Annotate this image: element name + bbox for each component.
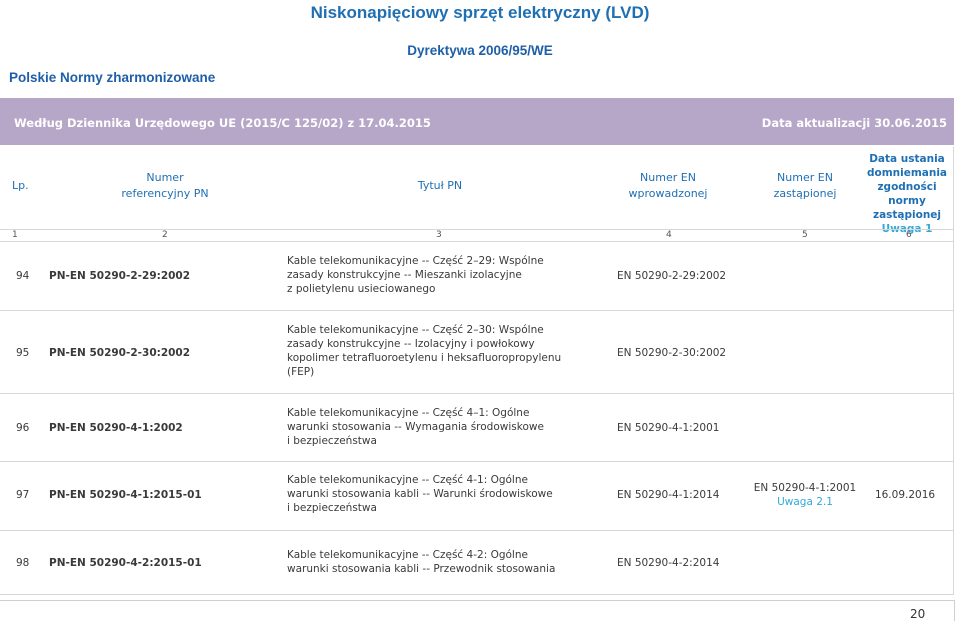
row-title-line: warunki stosowania kabli -- Warunki środ…	[287, 488, 553, 500]
header-en-line2: wprowadzonej	[628, 187, 708, 200]
header-date-line4: normy	[888, 195, 926, 207]
page-number: 20	[910, 607, 926, 621]
row-title-line: warunki stosowania -- Wymagania środowis…	[287, 421, 544, 433]
header-title: Tytuł PN	[417, 179, 463, 192]
row-title: Kable telekomunikacyjne -- Część 4-2: Og…	[287, 548, 587, 576]
column-number: 3	[436, 230, 442, 240]
update-date: Data aktualizacji 30.06.2015	[761, 116, 947, 130]
column-number: 4	[666, 230, 672, 240]
journal-reference: Według Dziennika Urzędowego UE (2015/C 1…	[14, 116, 431, 130]
header-lp: Lp.	[12, 179, 29, 192]
header-date-line3: zgodności	[877, 181, 937, 193]
row-en: EN 50290-2-29:2002	[617, 270, 727, 282]
header-date: Data ustania domniemania zgodności normy…	[862, 152, 952, 236]
row-title-line: Kable telekomunikacyjne -- Część 4-1: Og…	[287, 474, 528, 486]
row-code: PN-EN 50290-4-1:2015-01	[49, 489, 202, 501]
row-en: EN 50290-4-1:2001	[617, 422, 720, 434]
row-title-line: (FEP)	[287, 366, 315, 378]
row-en: EN 50290-2-30:2002	[617, 347, 727, 359]
row-title-line: kopolimer tetrafluoroetylenu i heksafluo…	[287, 352, 562, 364]
row-en: EN 50290-4-2:2014	[617, 557, 720, 569]
row-title-line: Kable telekomunikacyjne -- Część 4-2: Og…	[287, 549, 528, 561]
row-lp: 96	[16, 422, 30, 434]
column-number: 6	[906, 230, 912, 240]
row-lp: 98	[16, 557, 30, 569]
header-reference-line2: referencyjny PN	[121, 187, 209, 200]
header-date-line5: zastąpionej	[872, 209, 942, 221]
row-code: PN-EN 50290-4-2:2015-01	[49, 557, 202, 569]
row-separator	[0, 393, 954, 394]
row-title-line: z polietylenu usieciowanego	[287, 283, 436, 295]
row-separator	[0, 530, 954, 531]
column-number: 2	[162, 230, 168, 240]
header-date-line1: Data ustania	[869, 153, 945, 165]
row-title: Kable telekomunikacyjne -- Część 4–1: Og…	[287, 406, 587, 448]
row-lp: 94	[16, 270, 30, 282]
row-title-line: i bezpieczeństwa	[287, 502, 377, 514]
header-repl-line2: zastąpionej	[773, 187, 837, 200]
row-title-line: warunki stosowania kabli -- Przewodnik s…	[287, 563, 556, 575]
row-code: PN-EN 50290-2-29:2002	[49, 270, 191, 282]
row-title-line: Kable telekomunikacyjne -- Część 2–30: W…	[287, 324, 544, 336]
header-en-line1: Numer EN	[640, 171, 696, 184]
row-code: PN-EN 50290-2-30:2002	[49, 347, 191, 359]
row-title: Kable telekomunikacyjne -- Część 4-1: Og…	[287, 473, 587, 515]
row-separator	[0, 310, 954, 311]
header-reference: Numer referencyjny PN	[100, 170, 230, 202]
column-number-row: 1 2 3 4 5 6	[0, 229, 954, 242]
header-repl-line1: Numer EN	[777, 171, 833, 184]
header-reference-line1: Numer	[146, 171, 184, 184]
row-date: 16.09.2016	[874, 489, 936, 501]
header-en-replaced: Numer EN zastąpionej	[740, 170, 870, 202]
row-lp: 97	[16, 489, 30, 501]
subtitle: Polskie Normy zharmonizowane	[9, 70, 216, 85]
row-title-line: i bezpieczeństwa	[287, 435, 377, 447]
row-title: Kable telekomunikacyjne -- Część 2–29: W…	[287, 254, 587, 296]
row-title-line: zasady konstrukcyjne -- Izolacyjny i pow…	[287, 338, 535, 350]
row-title-line: Kable telekomunikacyjne -- Część 4–1: Og…	[287, 407, 530, 419]
row-title: Kable telekomunikacyjne -- Część 2–30: W…	[287, 323, 587, 379]
row-code: PN-EN 50290-4-1:2002	[49, 422, 183, 434]
row-lp: 95	[16, 347, 30, 359]
column-number: 1	[12, 230, 18, 240]
row-separator	[0, 461, 954, 462]
row-replaced: EN 50290-4-1:2001 Uwaga 2.1	[740, 481, 870, 509]
column-number: 5	[802, 230, 808, 240]
directive-label: Dyrektywa 2006/95/WE	[407, 43, 553, 58]
header-en-introduced: Numer EN wprowadzonej	[603, 170, 733, 202]
row-replaced-note: Uwaga 2.1	[777, 496, 833, 508]
header-date-line2: domniemania	[866, 167, 948, 179]
row-en: EN 50290-4-1:2014	[617, 489, 720, 501]
row-title-line: Kable telekomunikacyjne -- Część 2–29: W…	[287, 255, 544, 267]
document-title: Niskonapięciowy sprzęt elektryczny (LVD)	[310, 3, 650, 22]
page-number-frame	[0, 600, 955, 621]
row-replaced-number: EN 50290-4-1:2001	[753, 482, 857, 494]
row-title-line: zasady konstrukcyjne -- Mieszanki izolac…	[287, 269, 522, 281]
